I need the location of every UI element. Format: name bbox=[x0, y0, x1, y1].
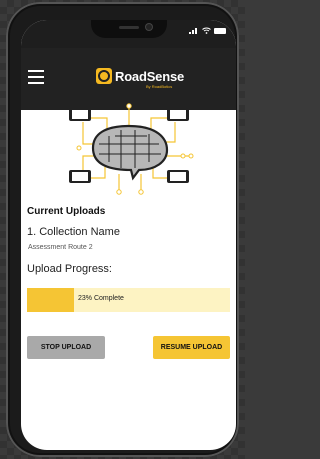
brand-name: RoadSense bbox=[115, 68, 185, 84]
battery-icon bbox=[214, 27, 226, 34]
stop-upload-button[interactable]: STOP UPLOAD bbox=[27, 336, 105, 359]
speaker-icon bbox=[119, 26, 139, 29]
hamburger-menu-button[interactable] bbox=[28, 70, 44, 84]
wifi-icon bbox=[202, 27, 211, 34]
phone-frame: RoadSense By RoadBotics Current Uploads … bbox=[6, 2, 239, 457]
brand-sub: By RoadBotics bbox=[146, 84, 173, 89]
signal-icon bbox=[189, 28, 197, 34]
app-screen: RoadSense By RoadBotics Current Uploads … bbox=[21, 20, 236, 450]
status-icons bbox=[189, 27, 226, 34]
progress-label: Upload Progress: bbox=[27, 263, 112, 275]
roadsense-logo: RoadSense By RoadBotics bbox=[96, 68, 185, 89]
status-bar bbox=[21, 20, 236, 48]
camera-icon bbox=[146, 24, 152, 30]
progress-text: 23% Complete bbox=[78, 295, 124, 302]
logo-icon bbox=[96, 68, 112, 84]
upload-progress-bar: 23% Complete bbox=[27, 288, 230, 312]
progress-fill bbox=[27, 288, 74, 312]
network-brain-illustration bbox=[69, 103, 194, 195]
section-title: Current Uploads bbox=[27, 206, 106, 217]
collection-name: 1. Collection Name bbox=[27, 226, 120, 238]
phone-notch bbox=[91, 20, 167, 38]
resume-upload-button[interactable]: RESUME UPLOAD bbox=[153, 336, 230, 359]
route-name: Assessment Route 2 bbox=[28, 244, 93, 251]
